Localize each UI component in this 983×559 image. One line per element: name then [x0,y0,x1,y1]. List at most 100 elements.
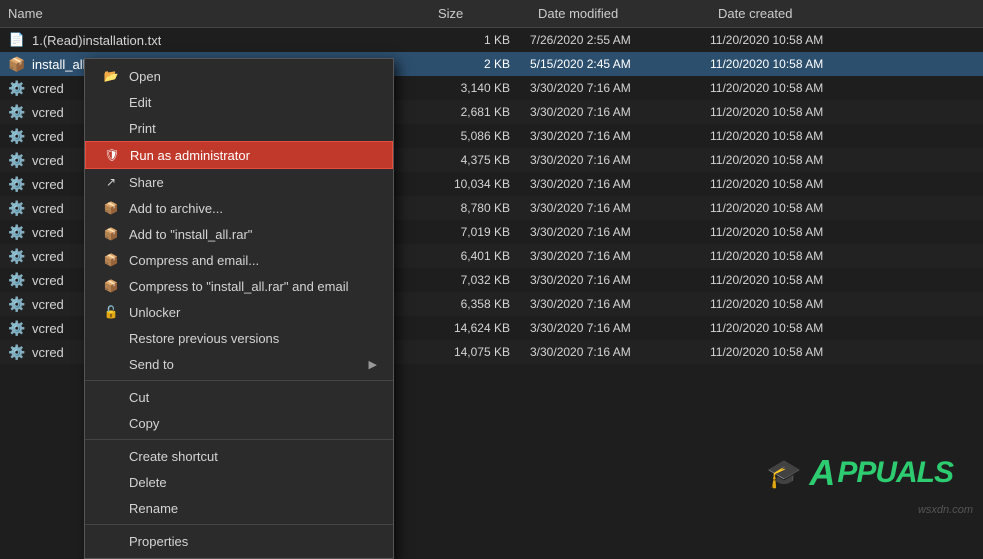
file-date-modified: 3/30/2020 7:16 AM [530,345,710,359]
menu-item-unlocker[interactable]: 🔓Unlocker [85,299,393,325]
menu-item-print[interactable]: Print [85,115,393,141]
menu-item-copy[interactable]: Copy [85,410,393,436]
menu-item-icon-rename [101,500,121,516]
file-date-modified: 3/30/2020 7:16 AM [530,201,710,215]
file-size: 7,019 KB [430,225,530,239]
file-name: vcred [32,177,64,192]
menu-item-add_archive[interactable]: 📦 Add to archive... [85,195,393,221]
brand-mascot-icon: 🎓 [766,457,801,490]
exe-file-icon: ⚙️ [8,223,26,241]
col-size-header[interactable]: Size [438,6,538,21]
exe-file-icon: ⚙️ [8,151,26,169]
file-size: 6,401 KB [430,249,530,263]
menu-item-cut[interactable]: Cut [85,384,393,410]
menu-item-icon-add_archive: 📦 [101,200,121,216]
menu-item-create_shortcut[interactable]: Create shortcut [85,443,393,469]
file-name: vcred [32,225,64,240]
menu-item-compress_email2[interactable]: 📦 Compress to "install_all.rar" and email [85,273,393,299]
menu-item-icon-edit [101,94,121,110]
exe-file-icon: ⚙️ [8,79,26,97]
file-date-created: 11/20/2020 10:58 AM [710,105,890,119]
menu-item-icon-run_admin: 🛡 [102,147,122,163]
menu-item-label-share: Share [129,175,164,190]
menu-item-icon-compress_email: 📦 [101,252,121,268]
table-row[interactable]: 📄 1.(Read)installation.txt 1 KB 7/26/202… [0,28,983,52]
menu-item-restore[interactable]: Restore previous versions [85,325,393,351]
file-date-created: 11/20/2020 10:58 AM [710,201,890,215]
menu-item-delete[interactable]: Delete [85,469,393,495]
file-name: vcred [32,345,64,360]
file-date-created: 11/20/2020 10:58 AM [710,129,890,143]
menu-item-add_install_rar[interactable]: 📦Add to "install_all.rar" [85,221,393,247]
menu-item-rename[interactable]: Rename [85,495,393,521]
file-date-modified: 3/30/2020 7:16 AM [530,129,710,143]
file-date-modified: 3/30/2020 7:16 AM [530,225,710,239]
file-date-created: 11/20/2020 10:58 AM [710,321,890,335]
menu-item-icon-copy [101,415,121,431]
file-date-created: 11/20/2020 10:58 AM [710,57,890,71]
file-date-modified: 3/30/2020 7:16 AM [530,297,710,311]
menu-item-icon-unlocker: 🔓 [101,304,121,320]
menu-item-label-compress_email: Compress and email... [129,253,259,268]
menu-item-label-compress_email2: Compress to "install_all.rar" and email [129,279,348,294]
menu-item-properties[interactable]: Properties [85,528,393,554]
context-menu: 📂 Open Edit Print 🛡 Run as administrator ↗Shar… [84,58,394,559]
menu-item-edit[interactable]: Edit [85,89,393,115]
menu-item-icon-open: 📂 [101,68,121,84]
menu-item-label-edit: Edit [129,95,151,110]
menu-item-label-send_to: Send to [129,357,174,372]
brand-rest: PPUALS [837,456,953,490]
file-date-modified: 3/30/2020 7:16 AM [530,177,710,191]
menu-item-compress_email[interactable]: 📦 Compress and email... [85,247,393,273]
file-date-created: 11/20/2020 10:58 AM [710,177,890,191]
menu-item-label-open: Open [129,69,161,84]
file-date-modified: 3/30/2020 7:16 AM [530,249,710,263]
file-name: vcred [32,249,64,264]
file-date-modified: 7/26/2020 2:55 AM [530,33,710,47]
menu-item-label-rename: Rename [129,501,178,516]
file-size: 10,034 KB [430,177,530,191]
file-name: vcred [32,201,64,216]
file-size: 3,140 KB [430,81,530,95]
file-name: vcred [32,297,64,312]
exe-file-icon: ⚙️ [8,295,26,313]
exe-file-icon: ⚙️ [8,247,26,265]
menu-item-icon-print [101,120,121,136]
menu-item-icon-delete [101,474,121,490]
col-created-header[interactable]: Date created [718,6,898,21]
file-size: 2,681 KB [430,105,530,119]
file-size: 8,780 KB [430,201,530,215]
txt-file-icon: 📄 [8,31,26,49]
menu-item-send_to[interactable]: Send to ▶ [85,351,393,377]
file-name: vcred [32,129,64,144]
exe-file-icon: ⚙️ [8,175,26,193]
file-date-created: 11/20/2020 10:58 AM [710,345,890,359]
menu-item-icon-cut [101,389,121,405]
file-date-created: 11/20/2020 10:58 AM [710,33,890,47]
file-date-modified: 3/30/2020 7:16 AM [530,81,710,95]
menu-separator [85,439,393,440]
menu-item-icon-compress_email2: 📦 [101,278,121,294]
file-date-modified: 3/30/2020 7:16 AM [530,153,710,167]
file-name: vcred [32,81,64,96]
menu-item-icon-properties [101,533,121,549]
menu-item-share[interactable]: ↗Share [85,169,393,195]
menu-item-icon-add_install_rar: 📦 [101,226,121,242]
file-name-cell: 📄 1.(Read)installation.txt [8,31,430,49]
file-size: 14,624 KB [430,321,530,335]
menu-item-icon-send_to [101,356,121,372]
menu-separator [85,380,393,381]
file-date-modified: 3/30/2020 7:16 AM [530,273,710,287]
menu-item-label-print: Print [129,121,156,136]
exe-file-icon: ⚙️ [8,271,26,289]
submenu-arrow-icon: ▶ [369,358,377,371]
menu-item-label-run_admin: Run as administrator [130,148,250,163]
menu-item-label-add_archive: Add to archive... [129,201,223,216]
col-name-header[interactable]: Name [8,6,438,21]
col-modified-header[interactable]: Date modified [538,6,718,21]
menu-item-run_admin[interactable]: 🛡 Run as administrator [85,141,393,169]
exe-file-icon: ⚙️ [8,343,26,361]
file-size: 6,358 KB [430,297,530,311]
menu-item-label-restore: Restore previous versions [129,331,279,346]
menu-item-open[interactable]: 📂 Open [85,63,393,89]
